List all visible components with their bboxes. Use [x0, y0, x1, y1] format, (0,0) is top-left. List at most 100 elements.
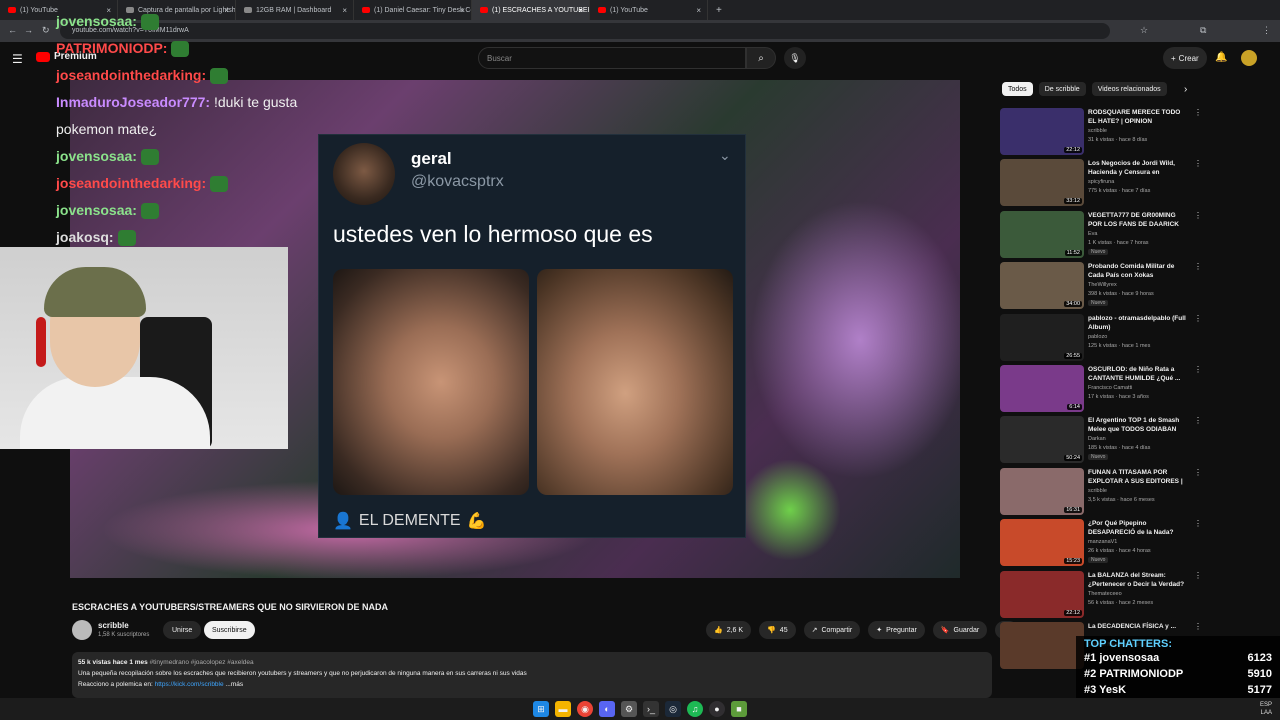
extensions-icon[interactable]: ⧉: [1200, 25, 1206, 36]
video-description[interactable]: 55 k vistas hace 1 mes #tinymedrano #joa…: [72, 652, 992, 698]
more-options-icon[interactable]: ⋮: [1194, 416, 1202, 425]
video-title[interactable]: ¿Por Qué Pipepino DESAPARECIÓ de la Nada…: [1088, 519, 1188, 537]
browser-tab[interactable]: (1) Daniel Caesar: Tiny Desk Co ×: [354, 0, 472, 20]
channel-avatar[interactable]: [72, 620, 92, 640]
more-options-icon[interactable]: ⋮: [1194, 314, 1202, 323]
hashtags[interactable]: #tinymedrano #joacolopez #axeldea: [150, 659, 254, 666]
video-title[interactable]: La DECADENCIA FÍSICA y ...: [1088, 622, 1188, 631]
minecraft-icon[interactable]: ■: [731, 701, 747, 717]
channel-name[interactable]: TheWillyrex: [1088, 282, 1117, 288]
video-thumbnail[interactable]: 11:52: [1000, 210, 1084, 258]
create-button[interactable]: + Crear: [1163, 47, 1207, 69]
windows-start-icon[interactable]: ⊞: [533, 701, 549, 717]
browser-tab[interactable]: (1) YouTube ×: [590, 0, 708, 20]
video-thumbnail[interactable]: 34:00: [1000, 262, 1084, 310]
channel-name[interactable]: pablozo: [1088, 334, 1107, 340]
discord-icon[interactable]: ◐: [599, 701, 615, 717]
close-icon[interactable]: ×: [696, 6, 701, 15]
new-tab-icon[interactable]: +: [708, 5, 730, 16]
recommended-video[interactable]: 6:14 OSCURLOD: de Niño Rata a CANTANTE HU…: [1000, 363, 1272, 414]
video-thumbnail[interactable]: 22:12: [1000, 108, 1084, 155]
save-button[interactable]: 🔖 Guardar: [932, 621, 988, 639]
video-thumbnail[interactable]: [1000, 621, 1084, 669]
video-thumbnail[interactable]: 33:12: [1000, 159, 1084, 207]
steam-icon[interactable]: ◎: [665, 701, 681, 717]
video-title[interactable]: OSCURLOD: de Niño Rata a CANTANTE HUMILD…: [1088, 365, 1188, 383]
hamburger-menu-icon[interactable]: ☰: [12, 52, 23, 66]
more-options-icon[interactable]: ⋮: [1194, 262, 1202, 271]
channel-name[interactable]: manzanaV1: [1088, 539, 1117, 545]
back-icon[interactable]: ←: [8, 25, 17, 35]
chevron-right-icon[interactable]: ›: [1184, 84, 1187, 95]
more-options-icon[interactable]: ⋮: [1194, 571, 1202, 580]
video-title[interactable]: RODSQUARE MERECE TODO EL HATE? | OPINION: [1088, 108, 1188, 126]
more-options-icon[interactable]: ⋮: [1194, 365, 1202, 374]
channel-name[interactable]: spicyfiruna: [1088, 179, 1114, 185]
join-button[interactable]: Unirse: [163, 621, 202, 639]
recommended-video[interactable]: 22:12 La BALANZA del Stream: ¿Pertenecer …: [1000, 569, 1272, 620]
filter-chip[interactable]: Videos relacionados: [1091, 82, 1167, 96]
close-icon[interactable]: ×: [342, 6, 347, 15]
video-title[interactable]: pablozo - otramasdelpablo (Full Album): [1088, 314, 1188, 332]
recommended-video[interactable]: 33:12 Los Negocios de Jordi Wild, Haciend…: [1000, 157, 1272, 208]
reload-icon[interactable]: ↻: [42, 25, 50, 36]
more-options-icon[interactable]: ⋮: [1194, 108, 1202, 117]
like-button[interactable]: 👍 2,6 K: [706, 621, 752, 639]
terminal-icon[interactable]: ›_: [643, 701, 659, 717]
recommended-video[interactable]: 22:12 RODSQUARE MERECE TODO EL HATE? | OP…: [1000, 106, 1272, 157]
recommended-video[interactable]: 50:24 El Argentino TOP 1 de Smash Melee q…: [1000, 414, 1272, 465]
channel-name[interactable]: Francisco Camatti: [1088, 385, 1132, 391]
channel-name[interactable]: Darkan: [1088, 436, 1106, 442]
menu-dots-icon[interactable]: ⋮: [1262, 25, 1271, 36]
kick-link[interactable]: https://kick.com/scribble: [155, 681, 224, 688]
spotify-icon[interactable]: ♫: [687, 701, 703, 717]
more-options-icon[interactable]: ⋮: [1194, 159, 1202, 168]
forward-icon[interactable]: →: [24, 25, 33, 35]
recommended-video[interactable]: 16:31 FUNAN A TITASAMA POR EXPLOTAR A SUS…: [1000, 466, 1272, 517]
recommended-video[interactable]: 26:55 pablozo - otramasdelpablo (Full Alb…: [1000, 312, 1272, 363]
subscribe-button[interactable]: Suscribirse: [204, 621, 255, 639]
dislike-button[interactable]: 👎 45: [759, 621, 796, 639]
channel-name[interactable]: Eva: [1088, 231, 1097, 237]
close-icon[interactable]: ×: [578, 6, 583, 15]
filter-chip[interactable]: Todos: [1002, 82, 1033, 96]
video-thumbnail[interactable]: 6:14: [1000, 364, 1084, 412]
microphone-icon[interactable]: 🎙: [784, 47, 806, 69]
video-thumbnail[interactable]: 15:23: [1000, 519, 1084, 567]
video-title[interactable]: Los Negocios de Jordi Wild, Hacienda y C…: [1088, 159, 1188, 177]
more-options-icon[interactable]: ⋮: [1194, 468, 1202, 477]
recommended-video[interactable]: 15:23 ¿Por Qué Pipepino DESAPARECIÓ de la…: [1000, 517, 1272, 568]
browser-tab[interactable]: (1) ESCRACHES A YOUTUBERS ×: [472, 0, 590, 20]
channel-name[interactable]: scribble: [1088, 488, 1107, 494]
video-title[interactable]: El Argentino TOP 1 de Smash Melee que TO…: [1088, 416, 1188, 434]
bookmark-star-icon[interactable]: ☆: [1140, 25, 1148, 36]
video-thumbnail[interactable]: 22:12: [1000, 570, 1084, 618]
settings-icon[interactable]: ⚙: [621, 701, 637, 717]
video-thumbnail[interactable]: 26:55: [1000, 313, 1084, 361]
file-explorer-icon[interactable]: ▬: [555, 701, 571, 717]
show-more-link[interactable]: ...más: [225, 681, 243, 688]
avatar[interactable]: [1241, 50, 1257, 66]
channel-name[interactable]: Themateceeo: [1088, 591, 1122, 597]
video-title[interactable]: Probando Comida Militar de Cada País con…: [1088, 262, 1188, 280]
more-options-icon[interactable]: ⋮: [1194, 211, 1202, 220]
search-icon[interactable]: ⌕: [746, 47, 776, 69]
close-icon[interactable]: ×: [460, 6, 465, 15]
video-title[interactable]: FUNAN A TITASAMA POR EXPLOTAR A SUS EDIT…: [1088, 468, 1188, 486]
recommended-video[interactable]: 34:00 Probando Comida Militar de Cada Paí…: [1000, 260, 1272, 311]
filter-chip[interactable]: De scribble: [1038, 82, 1086, 96]
recommended-video[interactable]: 11:52 VEGETTA777 DE GR00MING POR LOS FANS…: [1000, 209, 1272, 260]
share-button[interactable]: ↗ Compartir: [803, 621, 861, 639]
video-thumbnail[interactable]: 50:24: [1000, 416, 1084, 464]
channel-name[interactable]: scribble: [98, 621, 129, 630]
more-options-icon[interactable]: ⋮: [1194, 519, 1202, 528]
video-thumbnail[interactable]: 16:31: [1000, 467, 1084, 515]
more-options-icon[interactable]: ⋮: [1194, 622, 1202, 631]
channel-name[interactable]: scribble: [1088, 128, 1107, 134]
obs-icon[interactable]: ●: [709, 701, 725, 717]
video-title[interactable]: La BALANZA del Stream: ¿Pertenecer o Dec…: [1088, 571, 1188, 589]
chrome-icon[interactable]: ◉: [577, 701, 593, 717]
bell-icon[interactable]: 🔔: [1215, 52, 1227, 63]
search-input[interactable]: Buscar: [478, 47, 746, 69]
ask-button[interactable]: ✦ Preguntar: [868, 621, 925, 639]
